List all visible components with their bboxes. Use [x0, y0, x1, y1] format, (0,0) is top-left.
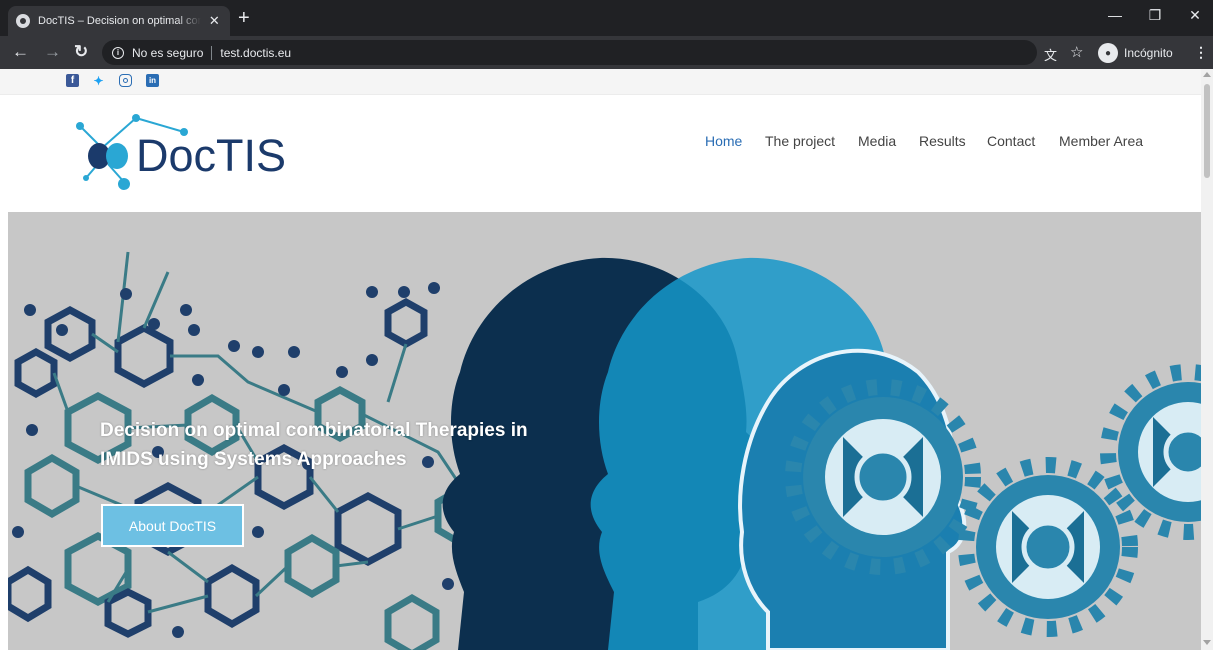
nav-item-the-project[interactable]: The project: [765, 133, 835, 149]
hero-title: Decision on optimal combinatorial Therap…: [100, 420, 528, 470]
star-icon[interactable]: ☆: [1070, 43, 1083, 61]
tab-close-icon[interactable]: ✕: [207, 13, 222, 29]
translate-icon[interactable]: 文: [1044, 45, 1057, 64]
social-topbar: f ✦ in: [0, 69, 1201, 95]
security-label[interactable]: No es seguro: [132, 46, 203, 60]
scroll-down-icon[interactable]: [1203, 640, 1211, 645]
facebook-icon[interactable]: f: [66, 74, 79, 87]
new-tab-button[interactable]: +: [238, 8, 250, 28]
nav-item-contact[interactable]: Contact: [987, 133, 1035, 149]
restore-icon[interactable]: ❐: [1140, 7, 1170, 24]
nav-item-media[interactable]: Media: [858, 133, 896, 149]
linkedin-icon[interactable]: in: [146, 74, 159, 87]
incognito-label: Incógnito: [1124, 46, 1173, 60]
reload-icon[interactable]: ↻: [74, 43, 88, 61]
incognito-icon: ●: [1098, 43, 1118, 63]
tab-favicon-icon: [16, 14, 30, 28]
close-icon[interactable]: ✕: [1180, 7, 1210, 24]
incognito-badge[interactable]: ● Incógnito: [1098, 41, 1173, 65]
scroll-thumb[interactable]: [1204, 84, 1210, 178]
site-header: DocTIS Home The project Media Results Co…: [0, 96, 1201, 211]
doctis-logo[interactable]: DocTIS: [72, 108, 312, 198]
hero-banner: Decision on optimal combinatorial Therap…: [8, 212, 1201, 650]
url-text[interactable]: test.doctis.eu: [220, 46, 291, 60]
nav-item-results[interactable]: Results: [919, 133, 966, 149]
web-page: f ✦ in DocTIS Home The project Media Res…: [0, 69, 1201, 650]
minimize-icon[interactable]: —: [1100, 7, 1130, 23]
browser-toolbar: ← → ↻ i No es seguro test.doctis.eu 文 ☆ …: [0, 36, 1213, 69]
nav-item-home[interactable]: Home: [705, 133, 742, 149]
menu-icon[interactable]: ⋮: [1194, 44, 1208, 61]
info-icon[interactable]: i: [112, 46, 124, 59]
twitter-icon[interactable]: ✦: [92, 74, 105, 88]
tab-title: DocTIS – Decision on optimal con: [38, 15, 201, 27]
about-doctis-button[interactable]: About DocTIS: [101, 504, 244, 547]
address-bar[interactable]: i No es seguro test.doctis.eu: [102, 40, 1037, 65]
browser-tab[interactable]: DocTIS – Decision on optimal con ✕: [8, 6, 230, 36]
back-icon[interactable]: ←: [12, 43, 29, 61]
address-divider: [211, 45, 213, 60]
logo-text: DocTIS: [136, 130, 287, 181]
instagram-icon[interactable]: [119, 74, 132, 87]
browser-tabbar: DocTIS – Decision on optimal con ✕ + — ❐…: [0, 0, 1213, 36]
forward-icon[interactable]: →: [44, 43, 61, 61]
nav-item-member-area[interactable]: Member Area: [1059, 133, 1143, 149]
scroll-up-icon[interactable]: [1203, 72, 1211, 77]
